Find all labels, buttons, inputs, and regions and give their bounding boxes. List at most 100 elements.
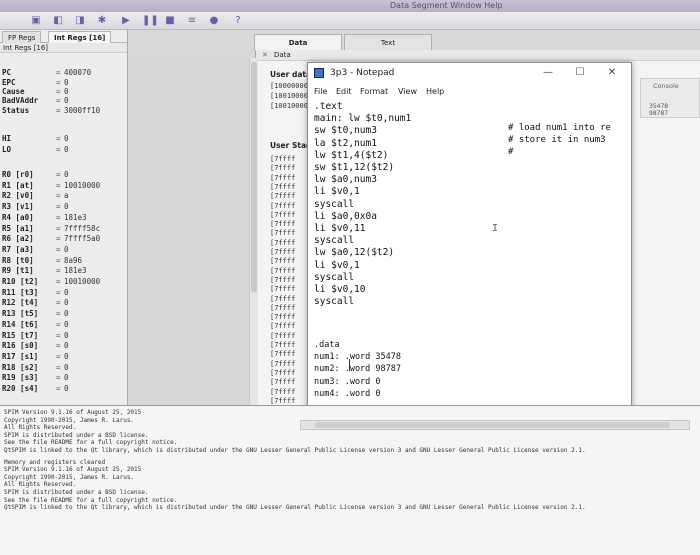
stack-address: [7ffff — [270, 220, 296, 229]
equals-sign: = — [56, 202, 61, 212]
stack-address: [7ffff — [270, 155, 296, 163]
register-name: R4 [a0] — [2, 212, 34, 222]
register-name: R5 [a1] — [2, 223, 34, 233]
register-value: 8a96 — [64, 255, 83, 265]
menu-file[interactable]: File — [314, 85, 327, 99]
console-line: Memory and registers cleared — [4, 458, 106, 466]
stack-address: [7ffff — [270, 350, 296, 359]
register-value: 0 — [64, 244, 69, 254]
register-value: 181e3 — [64, 266, 87, 276]
pause-icon[interactable]: ❚❚ — [142, 15, 159, 27]
stack-address: [7ffff — [270, 341, 296, 349]
register-name: R6 [a2] — [2, 234, 34, 244]
stack-address: [7ffff — [270, 378, 296, 387]
equals-sign: = — [56, 244, 61, 254]
console-line: See the file README for a full copyright… — [4, 439, 178, 447]
console-line: SPIM is distributed under a BSD license. — [4, 431, 149, 439]
console-line: Copyright 1990-2015, James R. Larus. — [4, 416, 135, 424]
console-line: Copyright 1990-2015, James R. Larus. — [4, 473, 135, 481]
notepad-text-area[interactable]: .text main: lw $t0,num1 sw $t0,num3 la $t… — [308, 101, 631, 423]
stack-address: [7ffff — [270, 303, 296, 312]
data-line: num2: .word 98787 — [314, 364, 401, 375]
register-name: LO — [2, 145, 12, 154]
app-title-bar: Data Segment Window Help — [0, 0, 700, 12]
tab-fp-regs[interactable]: FP Regs — [2, 31, 42, 43]
register-value: 181e3 — [64, 212, 87, 222]
code-line: sw $t1,12($t2) — [314, 162, 395, 173]
stack-address: [7ffff — [270, 266, 296, 275]
breakpoint-icon[interactable]: ● — [208, 15, 220, 27]
console-line: All Rights Reserved. — [4, 481, 77, 489]
register-row: R15 [t7] = 0 — [0, 330, 127, 341]
register-name: PC — [2, 68, 12, 77]
console-button[interactable]: Console — [653, 82, 679, 90]
stack-address: [7ffff — [270, 173, 296, 182]
register-row: R2 [v0] = a — [0, 191, 127, 201]
ibeam-cursor-icon: I — [492, 223, 499, 234]
clear-registers-icon[interactable]: ◨ — [74, 15, 86, 27]
maximize-icon[interactable]: ☐ — [572, 67, 588, 78]
register-name: R17 [s1] — [2, 351, 39, 361]
register-value: 0 — [64, 341, 69, 351]
register-value: 7ffff58c — [64, 223, 101, 233]
equals-sign: = — [56, 234, 61, 244]
data-panel-header: Data — [256, 50, 700, 61]
register-panel: FP Regs Int Regs [16] Int Regs [16] PC = 4… — [0, 30, 128, 405]
register-panel-header: Int Regs [16] — [0, 43, 127, 53]
run-icon[interactable]: ▶ — [120, 15, 132, 27]
menu-help[interactable]: Help — [426, 85, 444, 99]
register-name: R18 [s2] — [2, 362, 39, 372]
register-value: 7ffff5a0 — [64, 234, 101, 244]
single-step-icon[interactable]: ≡ — [186, 15, 198, 27]
tab-text[interactable]: Text — [344, 34, 432, 50]
register-value: 0 — [64, 202, 69, 212]
register-name: R15 [t7] — [2, 330, 39, 340]
register-value: a — [64, 191, 69, 201]
code-line: syscall — [314, 296, 355, 308]
app-title: Data Segment Window Help — [390, 1, 503, 10]
equals-sign: = — [56, 319, 61, 329]
equals-sign: = — [56, 96, 61, 105]
register-name: R0 [r0] — [2, 170, 34, 179]
stack-address: [7ffff — [270, 164, 296, 173]
menu-edit[interactable]: Edit — [336, 85, 352, 99]
console-line: See the file README for a full copyright… — [4, 496, 178, 504]
menu-format[interactable]: Format — [360, 85, 388, 99]
horizontal-scrollbar[interactable] — [300, 420, 690, 430]
register-name: R16 [s0] — [2, 341, 39, 351]
code-line: lw $t1,4($t2) — [314, 149, 389, 161]
notepad-window[interactable]: 3p3 - Notepad — ☐ ✕ File Edit Format Vie… — [307, 62, 632, 424]
register-row: R4 [a0] = 181e3 — [0, 212, 127, 223]
tab-int-regs[interactable]: Int Regs [16] — [48, 31, 112, 43]
scrollbar-thumb[interactable] — [315, 422, 670, 428]
equals-sign: = — [56, 255, 61, 265]
minimize-icon[interactable]: — — [540, 67, 556, 78]
menu-view[interactable]: View — [398, 85, 417, 99]
scrollbar-thumb[interactable] — [251, 62, 257, 292]
stack-address: [7ffff — [270, 182, 296, 191]
save-file-icon[interactable]: ◧ — [52, 15, 64, 27]
side-value: 35478 — [649, 103, 669, 110]
register-value: 0 — [64, 384, 69, 393]
close-icon[interactable]: ✕ — [604, 67, 620, 78]
memory-tabs: Data Text — [128, 30, 700, 50]
equals-sign: = — [56, 384, 61, 393]
code-line: syscall — [314, 235, 355, 247]
reinitialize-icon[interactable]: ✱ — [96, 15, 108, 27]
stop-icon[interactable]: ■ — [164, 15, 176, 27]
register-scrollbar[interactable] — [249, 58, 258, 408]
register-value: 0 — [64, 287, 69, 297]
help-icon[interactable]: ? — [232, 15, 244, 27]
register-value: 0 — [64, 330, 69, 340]
equals-sign: = — [56, 134, 61, 143]
notepad-title-bar[interactable]: 3p3 - Notepad — ☐ ✕ — [308, 63, 631, 85]
data-line: num3: .word 0 — [314, 376, 381, 387]
code-line: main: lw $t0,num1 — [314, 113, 412, 125]
close-panel-icon[interactable]: ✕ — [262, 51, 268, 59]
register-row: R12 [t4] = 0 — [0, 298, 127, 308]
open-file-icon[interactable]: ▣ — [30, 15, 42, 27]
equals-sign: = — [56, 106, 61, 115]
tab-data[interactable]: Data — [254, 34, 342, 50]
register-row: PC = 400070 — [0, 68, 127, 78]
code-line: li $v0,1 — [314, 259, 360, 271]
